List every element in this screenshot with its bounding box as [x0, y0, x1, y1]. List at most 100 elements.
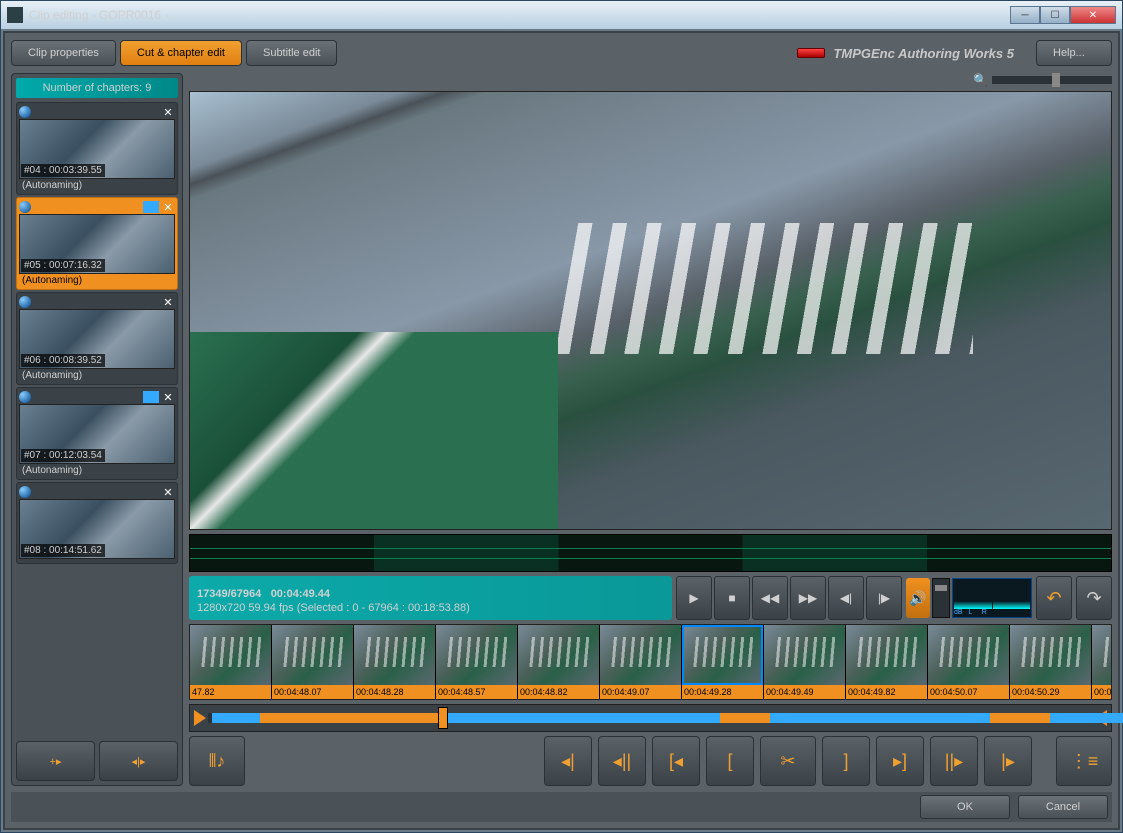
chapter-sidebar: Number of chapters: 9 ✕#04 : 00:03:39.55… [11, 73, 183, 786]
rewind-button[interactable]: ◀◀ [752, 576, 788, 620]
chapter-thumbnail: #05 : 00:07:16.32 [19, 214, 175, 274]
chapter-timecode: #08 : 00:14:51.62 [21, 544, 105, 557]
tab-clip-properties[interactable]: Clip properties [11, 40, 116, 66]
mark-out-button[interactable]: ] [822, 736, 870, 786]
filmstrip-frame[interactable]: 00:04:49.28 [682, 625, 764, 699]
filmstrip-frame[interactable]: 00:04:48.28 [354, 625, 436, 699]
tab-cut-chapter-edit[interactable]: Cut & chapter edit [120, 40, 242, 66]
chapter-item[interactable]: ✕#04 : 00:03:39.55(Autonaming) [16, 102, 178, 195]
chapter-close-icon[interactable]: ✕ [161, 485, 175, 499]
chapter-item[interactable]: ✕#06 : 00:08:39.52(Autonaming) [16, 292, 178, 385]
audio-sync-button[interactable]: ⫴♪ [189, 736, 245, 786]
frame-thumbnail [518, 625, 599, 685]
frame-timecode: 00:04:48.07 [272, 685, 353, 699]
titlebar[interactable]: Clip editing - GOPR0016 - ─ ☐ ✕ [1, 1, 1122, 29]
redo-button[interactable]: ↷ [1076, 576, 1112, 620]
filmstrip-frame[interactable]: 47.82 [190, 625, 272, 699]
play-button[interactable]: ▶ [676, 576, 712, 620]
fast-forward-button[interactable]: ▶▶ [790, 576, 826, 620]
close-button[interactable]: ✕ [1070, 6, 1116, 24]
frame-thumbnail [1092, 625, 1112, 685]
cancel-button[interactable]: Cancel [1018, 795, 1108, 819]
frame-thumbnail [190, 625, 271, 685]
edit-toolbar: ⫴♪ ◂| ◂|| [◂ [ ✂ ] ▸] ||▸ |▸ ⋮≡ [189, 736, 1112, 786]
timecode-value: 00:04:49.44 [271, 588, 330, 600]
ok-button[interactable]: OK [920, 795, 1010, 819]
step-forward-button[interactable]: |▶ [866, 576, 902, 620]
frame-timecode: 00:04:48.28 [354, 685, 435, 699]
maximize-button[interactable]: ☐ [1040, 6, 1070, 24]
timecode-display[interactable]: 17349/67964 00:04:49.44 1280x720 59.94 f… [189, 576, 672, 620]
cut-button[interactable]: ✂ [760, 736, 816, 786]
tab-subtitle-edit[interactable]: Subtitle edit [246, 40, 337, 66]
chapter-item[interactable]: ✕#07 : 00:12:03.54(Autonaming) [16, 387, 178, 480]
chapter-count-header: Number of chapters: 9 [16, 78, 178, 98]
clip-info: 1280x720 59.94 fps (Selected : 0 - 67964… [197, 602, 664, 614]
frame-thumbnail [354, 625, 435, 685]
frame-thumbnail [436, 625, 517, 685]
zoom-slider[interactable] [992, 76, 1112, 84]
app-window: Clip editing - GOPR0016 - ─ ☐ ✕ Clip pro… [0, 0, 1123, 833]
chapter-list[interactable]: ✕#04 : 00:03:39.55(Autonaming)✕#05 : 00:… [16, 102, 178, 737]
filmstrip-frame[interactable]: 00:04:50.29 [1010, 625, 1092, 699]
frame-thumbnail [764, 625, 845, 685]
chapter-item[interactable]: ✕ #08 : 00:14:51.62 [16, 482, 178, 564]
timeline-scrubber[interactable] [189, 704, 1112, 732]
chapter-close-icon[interactable]: ✕ [161, 390, 175, 404]
filmstrip-frame[interactable]: 00:04:50.07 [928, 625, 1010, 699]
filmstrip-frame[interactable]: 00:04:49.82 [846, 625, 928, 699]
frame-counter: 17349/67964 [197, 588, 261, 600]
speaker-icon[interactable]: 🔊 [906, 578, 930, 618]
chapter-close-icon[interactable]: ✕ [161, 105, 175, 119]
chapter-ball-icon [19, 296, 31, 308]
chapter-thumbnail: #06 : 00:08:39.52 [19, 309, 175, 369]
frame-thumbnail [272, 625, 353, 685]
minimize-button[interactable]: ─ [1010, 6, 1040, 24]
undo-button[interactable]: ↶ [1036, 576, 1072, 620]
filmstrip-frame[interactable]: 00:04:48.82 [518, 625, 600, 699]
add-chapter-button[interactable]: +▸ [16, 741, 95, 781]
video-preview[interactable] [189, 91, 1112, 530]
next-frame-button[interactable]: ||▸ [930, 736, 978, 786]
filmstrip-frame[interactable]: 00:04:50.57 [1092, 625, 1112, 699]
chapter-item[interactable]: ✕#05 : 00:07:16.32(Autonaming) [16, 197, 178, 290]
zoom-icon: 🔍 [973, 73, 988, 87]
chapter-label: (Autonaming) [19, 369, 175, 382]
set-out-button[interactable]: ▸] [876, 736, 924, 786]
volume-slider[interactable] [932, 578, 950, 618]
window-title: Clip editing - GOPR0016 - [29, 8, 1010, 22]
filmstrip-frame[interactable]: 00:04:49.07 [600, 625, 682, 699]
frame-timecode: 00:04:50.29 [1010, 685, 1091, 699]
filmstrip-frame[interactable]: 00:04:48.07 [272, 625, 354, 699]
frame-thumbnail [682, 625, 763, 685]
prev-frame-button[interactable]: ◂|| [598, 736, 646, 786]
set-in-button[interactable]: [◂ [652, 736, 700, 786]
in-point-handle[interactable] [194, 710, 206, 726]
mark-in-button[interactable]: [ [706, 736, 754, 786]
frame-timecode: 00:04:48.57 [436, 685, 517, 699]
audio-waveform[interactable] [189, 534, 1112, 572]
filmstrip[interactable]: 47.8200:04:48.0700:04:48.2800:04:48.5700… [189, 624, 1112, 700]
prev-marker-button[interactable]: ◂| [544, 736, 592, 786]
chapter-list-button[interactable]: ⋮≡ [1056, 736, 1112, 786]
frame-thumbnail [1010, 625, 1091, 685]
stop-button[interactable]: ■ [714, 576, 750, 620]
chapter-label [19, 559, 175, 561]
frame-timecode: 00:04:50.07 [928, 685, 1009, 699]
split-chapter-button[interactable]: ◂|▸ [99, 741, 178, 781]
app-icon [7, 7, 23, 23]
chapter-close-icon[interactable]: ✕ [161, 295, 175, 309]
next-marker-button[interactable]: |▸ [984, 736, 1032, 786]
step-back-button[interactable]: ◀| [828, 576, 864, 620]
filmstrip-frame[interactable]: 00:04:49.49 [764, 625, 846, 699]
chapter-close-icon[interactable]: ✕ [161, 200, 175, 214]
frame-thumbnail [928, 625, 1009, 685]
filmstrip-frame[interactable]: 00:04:48.57 [436, 625, 518, 699]
playhead[interactable] [438, 707, 448, 729]
chapter-timecode: #07 : 00:12:03.54 [21, 449, 105, 462]
chapter-label: (Autonaming) [19, 274, 175, 287]
dialog-buttons: OK Cancel [11, 792, 1112, 822]
chapter-ball-icon [19, 106, 31, 118]
help-button[interactable]: Help... [1036, 40, 1112, 66]
chapter-tag-icon [143, 391, 159, 403]
